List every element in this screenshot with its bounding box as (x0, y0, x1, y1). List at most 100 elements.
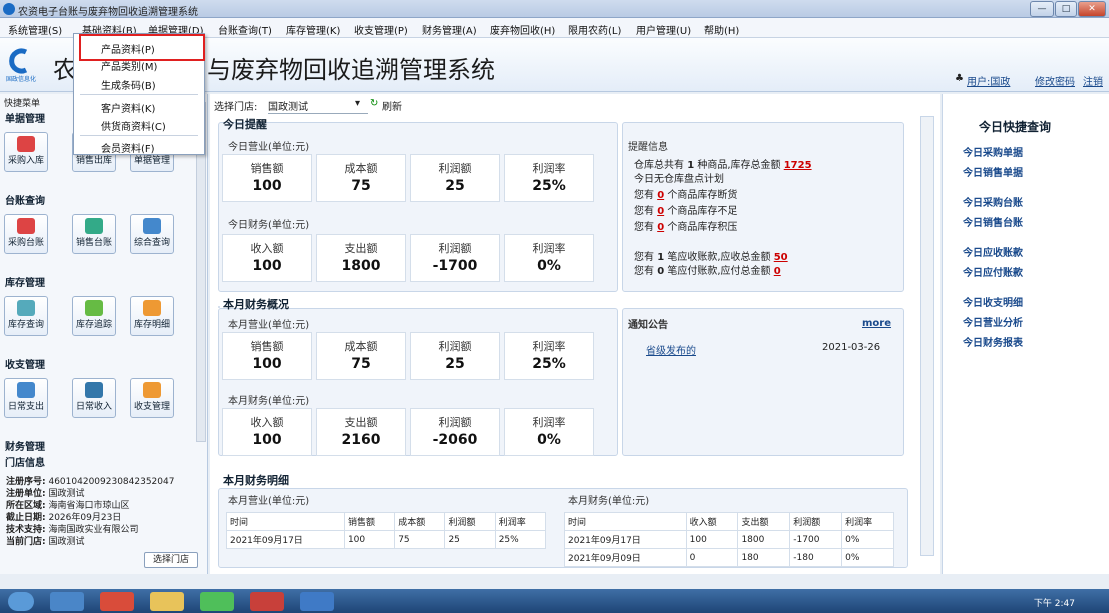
notice-item-link[interactable]: 省级发布的 (646, 342, 696, 357)
month-finance-profit-box: 利润额 -2060 (410, 408, 500, 456)
main-content: 选择门店: 国政测试 ▾ ↻ 刷新 今日提醒 今日营业(单位:元) 销售额 100… (210, 94, 940, 574)
tile-label: 销售台账 (75, 238, 112, 248)
clock: 下午 2:47 (1033, 599, 1075, 609)
today-finance-profit-box: 利润额 -1700 (410, 234, 500, 282)
logo-text: 国政信息化 (6, 76, 37, 83)
tile-inventory-trace[interactable]: 库存追踪 (72, 296, 116, 336)
house-icon (17, 300, 35, 316)
reminder-title: 提醒信息 (628, 142, 668, 153)
section-documents[interactable]: 单据管理 (5, 110, 45, 125)
tile-purchase-ledger[interactable]: 采购台账 (4, 214, 48, 254)
tile-label: 日常收入 (75, 402, 112, 412)
refresh-button[interactable]: 刷新 (382, 98, 402, 113)
menu-finance[interactable]: 财务管理(A) (422, 22, 477, 37)
house-icon (85, 300, 103, 316)
user-label[interactable]: 用户:国政 (967, 73, 1010, 88)
section-income-expense[interactable]: 收支管理 (5, 356, 45, 371)
notice-more-link[interactable]: more (862, 318, 891, 329)
section-ledger[interactable]: 台账查询 (5, 192, 45, 207)
menu-ledger[interactable]: 台账查询(T) (218, 22, 272, 37)
today-profit-box: 利润额 25 (410, 154, 500, 202)
wechat-icon[interactable] (200, 592, 234, 611)
refresh-icon[interactable]: ↻ (370, 98, 378, 109)
cart-icon (143, 218, 161, 234)
start-button[interactable] (8, 592, 34, 611)
payable-line: 您有 0 笔应付账款,应付总金额 0 (634, 266, 781, 277)
menu-user-management[interactable]: 用户管理(U) (636, 22, 691, 37)
bar-chart-icon (85, 382, 103, 398)
stock-low-line: 您有 0 个商品库存不足 (634, 206, 738, 217)
dropdown-item-member-info[interactable]: 会员资料(F) (101, 140, 155, 155)
dropdown-item-supplier-info[interactable]: 供货商资料(C) (101, 118, 166, 133)
month-sales-box: 销售额 100 (222, 332, 312, 380)
app-taskbar-icon[interactable] (300, 592, 334, 611)
tile-daily-expense[interactable]: 日常支出 (4, 378, 48, 418)
tile-income-expense-management[interactable]: 收支管理 (130, 378, 174, 418)
tile-purchase-in[interactable]: 采购入库 (4, 132, 48, 172)
tile-label: 库存明细 (133, 320, 170, 330)
detail-business-label: 本月营业(单位:元) (228, 496, 310, 507)
quick-today-sales-docs[interactable]: 今日销售单据 (963, 164, 1023, 179)
table-row: 2021年09月17日 100 75 25 25% (226, 530, 547, 549)
menu-income-expense[interactable]: 收支管理(P) (354, 22, 408, 37)
month-expense-box: 支出额 2160 (316, 408, 406, 456)
menu-help[interactable]: 帮助(H) (704, 22, 739, 37)
dropdown-item-generate-barcode[interactable]: 生成条码(B) (101, 77, 156, 92)
store-select-label: 选择门店: (214, 102, 258, 113)
tile-label: 库存查询 (7, 320, 44, 330)
quick-today-income-expense[interactable]: 今日收支明细 (963, 294, 1023, 309)
section-inventory[interactable]: 库存管理 (5, 274, 45, 289)
tile-inventory-query[interactable]: 库存查询 (4, 296, 48, 336)
today-sales-box: 销售额 100 (222, 154, 312, 202)
menu-inventory[interactable]: 库存管理(K) (286, 22, 340, 37)
section-finance[interactable]: 财务管理 (5, 438, 45, 453)
maximize-button[interactable]: □ (1055, 1, 1077, 17)
quick-today-purchase-docs[interactable]: 今日采购单据 (963, 144, 1023, 159)
month-business-label: 本月营业(单位:元) (228, 320, 310, 331)
change-password-link[interactable]: 修改密码 (1035, 73, 1075, 88)
info-row: 注册序号: 46010420092308423520​47 (6, 477, 175, 487)
tile-label: 销售出库 (75, 156, 112, 166)
quick-today-sales-ledger[interactable]: 今日销售台账 (963, 214, 1023, 229)
tile-sales-ledger[interactable]: 销售台账 (72, 214, 116, 254)
stock-out-line: 您有 0 个商品库存断货 (634, 190, 738, 201)
ie-icon[interactable] (50, 592, 84, 611)
menu-system[interactable]: 系统管理(S) (8, 22, 62, 37)
quick-today-finance-report[interactable]: 今日财务报表 (963, 334, 1023, 349)
month-profit-box: 利润额 25 (410, 332, 500, 380)
title-bar: 农资电子台账与废弃物回收追溯管理系统 — □ ✕ (0, 0, 1109, 18)
chevron-down-icon[interactable]: ▾ (355, 98, 360, 109)
tile-label: 采购台账 (7, 238, 44, 248)
finance-detail-table: 时间 收入额 支出额 利润额 利润率 2021年09月17日 100 1800 -1700 0%… (564, 512, 894, 567)
close-button[interactable]: ✕ (1078, 1, 1106, 17)
month-cost-box: 成本额 75 (316, 332, 406, 380)
dropdown-divider (80, 94, 198, 95)
quick-today-payables[interactable]: 今日应付账款 (963, 264, 1023, 279)
system-title-right: 与废弃物回收追溯管理系统 (207, 56, 495, 84)
logout-link[interactable]: 注销 (1083, 73, 1103, 88)
tile-label: 库存追踪 (75, 320, 112, 330)
quick-today-business-analysis[interactable]: 今日营业分析 (963, 314, 1023, 329)
info-row: 当前门店: 国政测试 (6, 537, 85, 547)
select-store-button[interactable]: 选择门店 (144, 552, 198, 568)
table-row: 2021年09月17日 100 1800 -1700 0% (564, 530, 894, 549)
quick-query-title: 今日快捷查询 (979, 120, 1052, 134)
tile-daily-income[interactable]: 日常收入 (72, 378, 116, 418)
content-scrollbar[interactable] (920, 116, 934, 556)
store-select[interactable]: 国政测试 (268, 98, 368, 114)
dropdown-item-customer-info[interactable]: 客户资料(K) (101, 100, 155, 115)
menu-restricted-pesticides[interactable]: 限用农药(L) (568, 22, 621, 37)
chrome-icon[interactable] (100, 592, 134, 611)
minimize-button[interactable]: — (1030, 1, 1054, 17)
user-icon: ♣ (955, 73, 964, 84)
tile-general-query[interactable]: 综合查询 (130, 214, 174, 254)
table-row: 2021年09月09日 0 180 -180 0% (564, 548, 894, 567)
tile-inventory-detail[interactable]: 库存明细 (130, 296, 174, 336)
table-header-row: 时间 收入额 支出额 利润额 利润率 (564, 512, 894, 531)
menu-waste-recycling[interactable]: 废弃物回收(H) (490, 22, 555, 37)
wps-icon[interactable] (250, 592, 284, 611)
quick-today-purchase-ledger[interactable]: 今日采购台账 (963, 194, 1023, 209)
folder-icon[interactable] (150, 592, 184, 611)
dropdown-divider (80, 135, 198, 136)
quick-today-receivables[interactable]: 今日应收账款 (963, 244, 1023, 259)
